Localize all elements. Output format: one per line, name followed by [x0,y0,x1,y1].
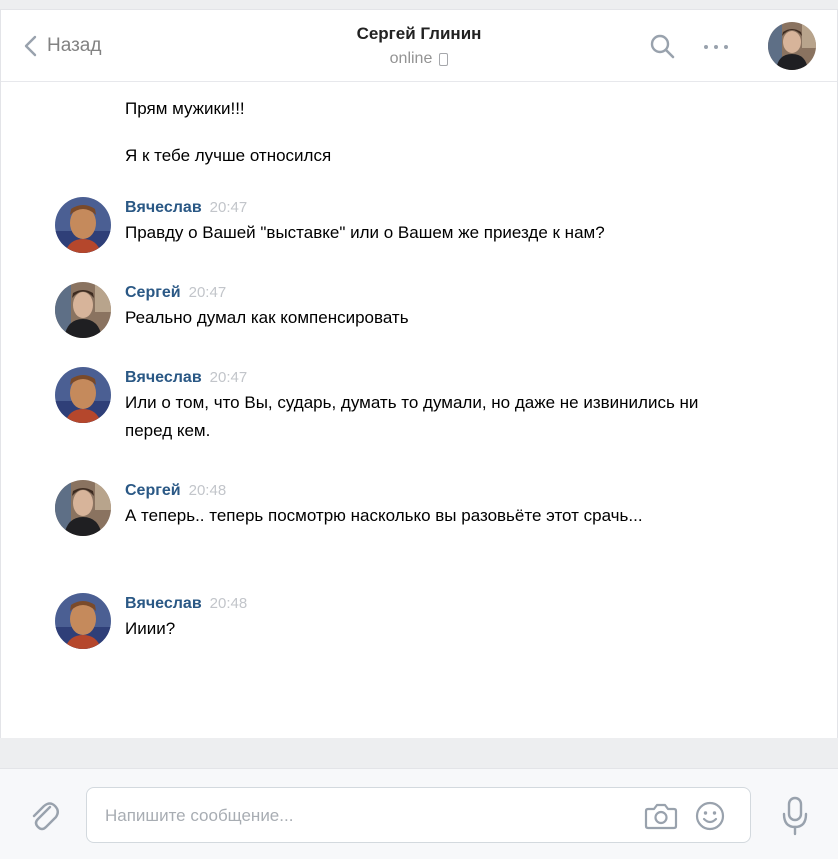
message-time: 20:47 [209,199,248,216]
emoji-icon[interactable] [694,800,726,832]
message-text: Реально думал как компенсировать [125,308,409,327]
message-text: Я к тебе лучше относился [125,146,332,165]
contact-name[interactable]: Сергей Глинин [1,23,837,45]
search-icon[interactable] [649,33,675,59]
chat-header: Назад Сергей Глинин online [1,10,837,82]
message-input[interactable] [105,802,625,830]
paperclip-icon[interactable] [28,799,60,833]
message-input-box [86,787,751,843]
message-meta: Сергей 20:48 [125,480,745,502]
message-meta: Вячеслав 20:47 [125,197,745,219]
message-list: Прям мужики!!! Я к тебе лучше относился … [1,83,837,739]
more-dot [714,45,718,49]
author-name[interactable]: Вячеслав [125,369,202,386]
author-avatar[interactable] [55,367,111,423]
divider-gap [0,738,838,768]
chat-window: Назад Сергей Глинин online Прям мужики!!… [0,9,838,738]
author-avatar[interactable] [55,282,111,338]
phone-icon [439,52,449,66]
message-time: 20:48 [209,595,248,612]
message-time: 20:47 [188,284,227,301]
more-dot [724,45,728,49]
message-body: Сергей 20:48 А теперь.. теперь посмотрю н… [125,480,745,530]
contact-status: online [390,49,449,69]
message-meta: Вячеслав 20:47 [125,367,745,389]
message-time: 20:48 [188,482,227,499]
status-text: online [389,50,433,67]
message-text: Ииии? [125,619,176,638]
message-body: Вячеслав 20:47 Или о том, что Вы, сударь,… [125,367,745,445]
message-meta: Вячеслав 20:48 [125,593,745,615]
message-composer [0,768,838,859]
message-body: Вячеслав 20:47 Правду о Вашей "выставке" … [125,197,745,247]
message-body: Сергей 20:47 Реально думал как компенсиро… [125,282,745,332]
top-strip [0,0,838,9]
author-name[interactable]: Сергей [125,482,181,499]
camera-icon[interactable] [644,801,678,831]
microphone-icon[interactable] [780,795,810,837]
message-text: Или о том, что Вы, сударь, думать то дум… [125,393,699,440]
author-name[interactable]: Сергей [125,284,181,301]
author-avatar[interactable] [55,197,111,253]
more-icon[interactable] [704,43,738,51]
author-name[interactable]: Вячеслав [125,595,202,612]
message-text: А теперь.. теперь посмотрю насколько вы … [125,506,643,525]
message-time: 20:47 [209,369,248,386]
author-avatar[interactable] [55,593,111,649]
author-name[interactable]: Вячеслав [125,199,202,216]
author-avatar[interactable] [55,480,111,536]
message-meta: Сергей 20:47 [125,282,745,304]
more-dot [704,45,708,49]
message-text: Прям мужики!!! [125,99,245,118]
message-text: Правду о Вашей "выставке" или о Вашем же… [125,223,605,242]
contact-avatar[interactable] [768,22,816,70]
message-body: Вячеслав 20:48 Ииии? [125,593,745,643]
